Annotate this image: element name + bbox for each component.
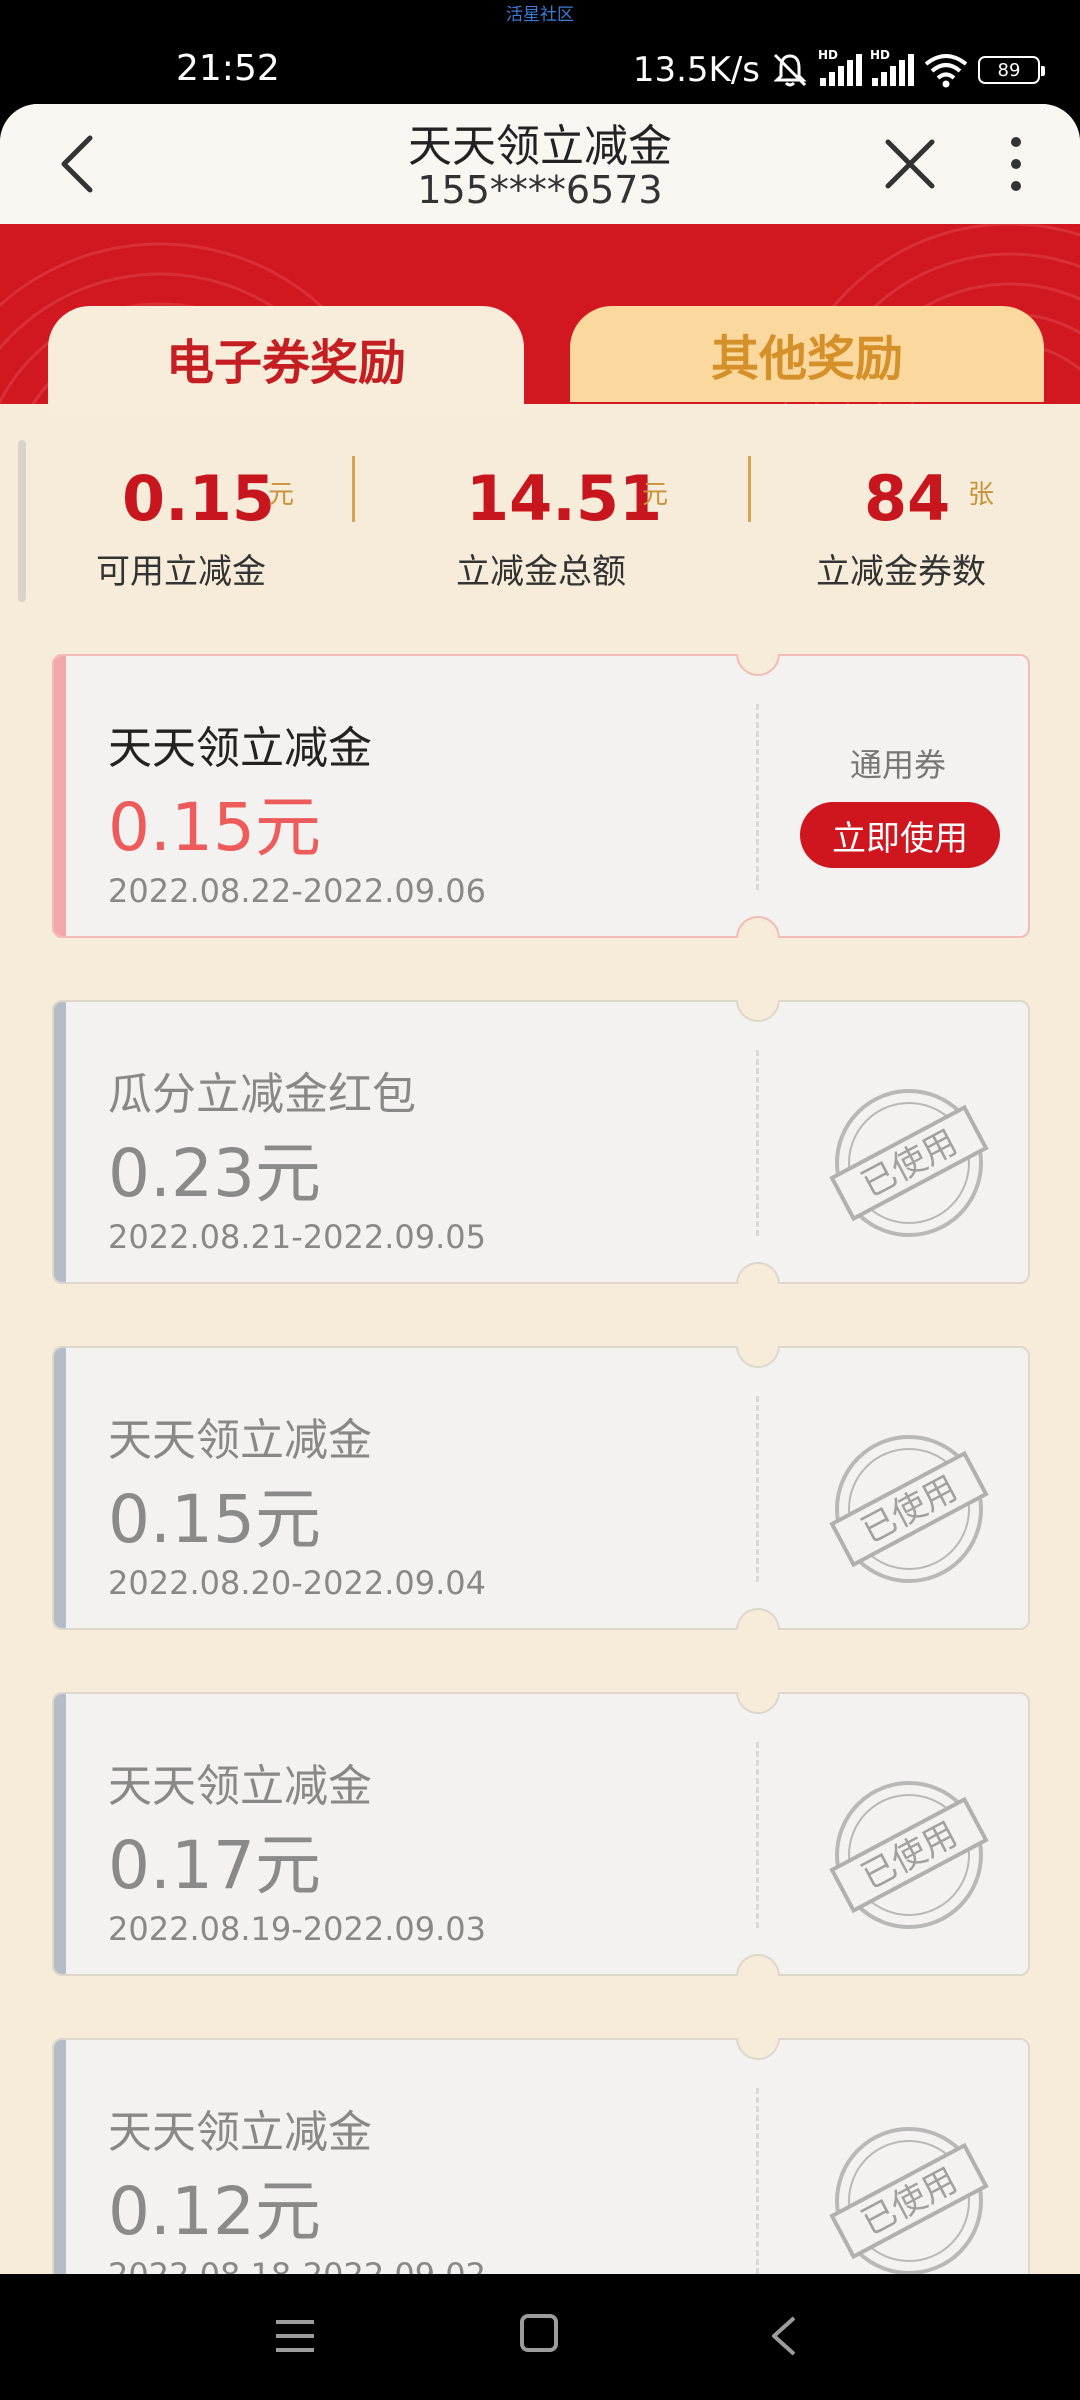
- system-nav-bar: [0, 2274, 1080, 2400]
- coupon-accent: [54, 1002, 66, 1282]
- status-bar: 活星社区 21:52 13.5K/s HD HD 89: [0, 0, 1080, 104]
- used-stamp-icon: 已使用: [829, 1089, 989, 1237]
- coupon-card[interactable]: 天天领立减金 0.17元 2022.08.19-2022.09.03 已使用: [52, 1692, 1030, 1976]
- status-time: 21:52: [176, 48, 280, 89]
- app-window: 天天领立减金 155****6573 其他奖励 电子券奖励 0.15 元 可用立…: [0, 104, 1080, 2274]
- coupon-divider: [756, 1050, 759, 1236]
- coupon-date: 2022.08.21-2022.09.05: [108, 1218, 486, 1256]
- coupon-name: 瓜分立减金红包: [108, 1069, 416, 1120]
- signal-icon: HD: [818, 48, 862, 86]
- coupon-notch: [736, 1000, 780, 1022]
- title-bar: 天天领立减金 155****6573: [0, 104, 1080, 224]
- stat-available: 0.15 元 可用立减金: [0, 444, 360, 604]
- used-stamp-icon: 已使用: [829, 1781, 989, 1929]
- mute-icon: [773, 53, 807, 87]
- stat-total: 14.51 元 立减金总额: [360, 444, 720, 604]
- stat-divider: [748, 456, 751, 522]
- coupon-card[interactable]: 天天领立减金 0.15元 2022.08.22-2022.09.06 通用券 立…: [52, 654, 1030, 938]
- stat-count: 84 张 立减金券数: [720, 444, 1080, 604]
- stat-value: 0.15: [122, 462, 275, 535]
- wifi-icon: [924, 54, 968, 88]
- coupon-date: 2022.08.18-2022.09.02: [108, 2256, 486, 2274]
- coupon-amount: 0.12元: [108, 2173, 321, 2250]
- stat-label: 立减金券数: [816, 552, 986, 592]
- stat-unit: 元: [268, 480, 295, 510]
- watermark: 活星社区: [506, 5, 574, 25]
- coupon-date: 2022.08.20-2022.09.04: [108, 1564, 486, 1602]
- stat-value: 84: [864, 462, 951, 535]
- coupon-notch: [736, 654, 780, 676]
- coupon-amount: 0.15元: [108, 789, 321, 866]
- stat-unit: 张: [968, 480, 995, 510]
- coupon-notch: [736, 1262, 780, 1284]
- close-icon[interactable]: [878, 132, 942, 196]
- coupon-card[interactable]: 天天领立减金 0.12元 2022.08.18-2022.09.02 已使用: [52, 2038, 1030, 2274]
- coupon-amount: 0.17元: [108, 1827, 321, 1904]
- used-stamp-icon: 已使用: [829, 1435, 989, 1583]
- coupon-divider: [756, 2088, 759, 2274]
- stats-row: 0.15 元 可用立减金 14.51 元 立减金总额 84 张 立减金券数: [0, 444, 1080, 604]
- coupon-notch: [736, 1608, 780, 1630]
- menu-icon[interactable]: [274, 2316, 316, 2356]
- use-now-button[interactable]: 立即使用: [800, 802, 1000, 868]
- home-icon[interactable]: [520, 2314, 558, 2352]
- coupon-notch: [736, 916, 780, 938]
- coupon-type: 通用券: [850, 746, 947, 784]
- coupon-name: 天天领立减金: [108, 1761, 372, 1812]
- coupon-divider: [756, 1742, 759, 1928]
- coupon-notch: [736, 1346, 780, 1368]
- coupon-amount: 0.15元: [108, 1481, 321, 1558]
- coupon-date: 2022.08.19-2022.09.03: [108, 1910, 486, 1948]
- battery-level: 89: [997, 59, 1021, 81]
- coupon-card[interactable]: 天天领立减金 0.15元 2022.08.20-2022.09.04 已使用: [52, 1346, 1030, 1630]
- stat-label: 立减金总额: [456, 552, 626, 592]
- status-icons: 13.5K/s HD HD 89: [632, 48, 1045, 92]
- stat-value: 14.51: [466, 462, 663, 535]
- coupon-accent: [54, 1694, 66, 1974]
- back-nav-icon[interactable]: [766, 2314, 802, 2358]
- coupon-name: 天天领立减金: [108, 723, 372, 774]
- coupon-divider: [756, 704, 759, 890]
- tab-e-coupon-rewards[interactable]: 电子券奖励: [48, 306, 524, 410]
- coupon-notch: [736, 2038, 780, 2060]
- net-speed: 13.5K/s: [632, 50, 760, 90]
- coupon-amount: 0.23元: [108, 1135, 321, 1212]
- coupon-accent: [54, 656, 66, 936]
- coupon-notch: [736, 1692, 780, 1714]
- coupon-card[interactable]: 瓜分立减金红包 0.23元 2022.08.21-2022.09.05 已使用: [52, 1000, 1030, 1284]
- signal-icon-2: HD: [870, 48, 914, 86]
- stat-unit: 元: [642, 480, 669, 510]
- used-stamp-icon: 已使用: [829, 2127, 989, 2274]
- coupon-notch: [736, 1954, 780, 1976]
- coupon-accent: [54, 1348, 66, 1628]
- tab-other-rewards[interactable]: 其他奖励: [570, 306, 1044, 402]
- coupon-accent: [54, 2040, 66, 2274]
- coupon-date: 2022.08.22-2022.09.06: [108, 872, 486, 910]
- coupon-name: 天天领立减金: [108, 2107, 372, 2158]
- battery-icon: 89: [978, 56, 1045, 84]
- coupon-divider: [756, 1396, 759, 1582]
- coupon-name: 天天领立减金: [108, 1415, 372, 1466]
- more-icon[interactable]: [996, 132, 1036, 196]
- stat-divider: [352, 456, 355, 522]
- stat-label: 可用立减金: [96, 552, 266, 592]
